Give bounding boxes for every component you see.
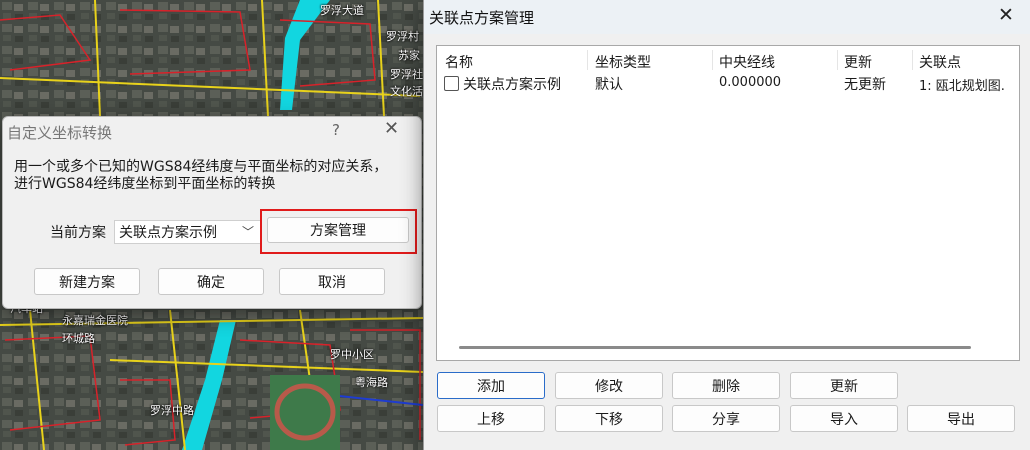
description-line: 进行WGS84经纬度坐标到平面坐标的转换 [14, 176, 276, 192]
cell-update: 无更新 [844, 77, 886, 93]
move-down-button[interactable]: 下移 [555, 405, 663, 432]
add-button[interactable]: 添加 [437, 372, 545, 399]
update-button[interactable]: 更新 [790, 372, 898, 399]
current-plan-value: 关联点方案示例 [119, 225, 217, 241]
column-header-points[interactable]: 关联点 [919, 52, 961, 72]
map-label: 罗中小区 [330, 348, 374, 361]
column-header-update[interactable]: 更新 [844, 52, 872, 72]
map-label: 罗浮社 [390, 68, 423, 81]
dialog-description: 用一个或多个已知的WGS84经纬度与平面坐标的对应关系， 进行WGS84经纬度坐… [14, 159, 387, 193]
delete-button[interactable]: 删除 [672, 372, 780, 399]
chevron-down-icon: ﹀ [241, 225, 254, 239]
share-button[interactable]: 分享 [672, 405, 780, 432]
cell-name: 关联点方案示例 [463, 77, 561, 93]
description-line: 用一个或多个已知的WGS84经纬度与平面坐标的对应关系， [14, 159, 388, 175]
horizontal-scrollbar[interactable] [459, 346, 971, 349]
column-header-name[interactable]: 名称 [445, 52, 473, 72]
column-header-coord-type[interactable]: 坐标类型 [595, 52, 651, 72]
cell-points: 1: 瓯北规划图. [919, 79, 1005, 94]
cell-coord-type: 默认 [595, 77, 623, 93]
custom-coordinate-dialog: 自定义坐标转换 ? ✕ 用一个或多个已知的WGS84经纬度与平面坐标的对应关系，… [2, 116, 422, 309]
map-label: 罗浮中路 [150, 404, 194, 417]
column-divider [912, 50, 913, 70]
current-plan-select[interactable]: 关联点方案示例 ﹀ [114, 220, 261, 244]
import-button[interactable]: 导入 [790, 405, 898, 432]
map-label: 环城路 [62, 332, 95, 345]
manage-plans-button[interactable]: 方案管理 [267, 217, 409, 243]
edit-button[interactable]: 修改 [555, 372, 663, 399]
close-icon[interactable]: ✕ [998, 4, 1014, 26]
cancel-button[interactable]: 取消 [279, 268, 385, 295]
dialog-title: 关联点方案管理 [429, 9, 535, 27]
map-label: 粤海路 [355, 376, 388, 389]
column-divider [712, 50, 713, 70]
new-plan-button[interactable]: 新建方案 [34, 268, 140, 295]
title-bar: 关联点方案管理 ✕ [424, 0, 1030, 34]
map-label: 罗浮村 [386, 30, 419, 43]
column-divider [587, 50, 588, 70]
map-label: 苏家 [398, 49, 420, 62]
help-icon[interactable]: ? [332, 121, 340, 139]
plan-manager-dialog: 关联点方案管理 ✕ 名称 坐标类型 中央经线 更新 关联点 关联点方案示例 默认… [423, 0, 1030, 450]
close-icon[interactable]: ✕ [384, 118, 399, 139]
dialog-title: 自定义坐标转换 [7, 124, 113, 142]
row-checkbox[interactable] [444, 76, 459, 91]
ok-button[interactable]: 确定 [158, 268, 264, 295]
column-header-central-meridian[interactable]: 中央经线 [719, 52, 775, 72]
current-plan-label: 当前方案 [50, 225, 106, 241]
map-label: 文化活 [390, 85, 423, 98]
column-divider [837, 50, 838, 70]
plan-list[interactable]: 名称 坐标类型 中央经线 更新 关联点 关联点方案示例 默认 0.000000 … [436, 45, 1020, 361]
map-label: 罗浮大道 [320, 4, 364, 17]
cell-central-meridian: 0.000000 [719, 75, 782, 90]
map-label: 永嘉瑞金医院 [62, 314, 128, 327]
export-button[interactable]: 导出 [907, 405, 1015, 432]
move-up-button[interactable]: 上移 [437, 405, 545, 432]
